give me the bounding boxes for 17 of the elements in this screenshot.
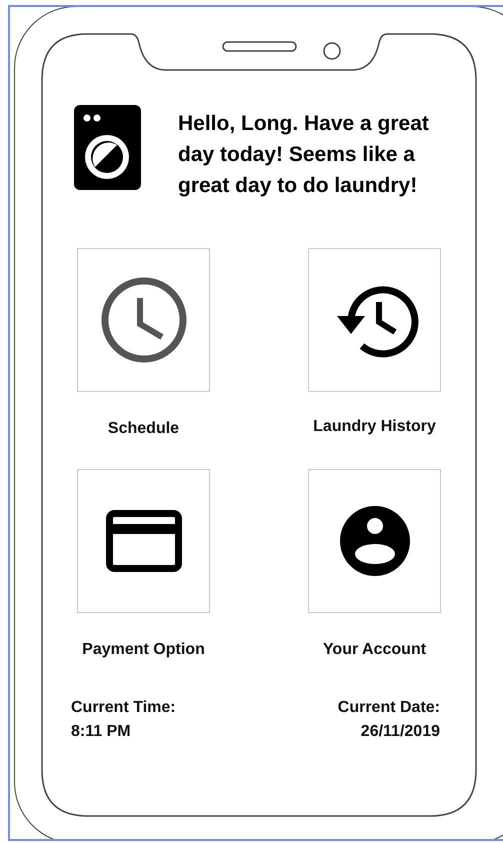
menu-tile[interactable] (308, 469, 441, 613)
menu-tile[interactable] (308, 248, 441, 392)
date-value: 26/11/2019 (360, 722, 440, 742)
clock-icon (100, 276, 188, 364)
time-label: Current Time: (71, 698, 176, 718)
credit-card-icon (106, 510, 182, 572)
date-label: Current Date: (338, 698, 440, 718)
tile-label: Your Account (322, 640, 426, 660)
menu-tile[interactable] (77, 469, 210, 613)
washing-machine-icon (74, 105, 141, 190)
account-icon (338, 505, 410, 577)
greeting-text: Hello, Long. Have a great day today! Seems like a great day to do laundry! (178, 111, 430, 199)
tile-label: Laundry History (313, 417, 436, 437)
time-value: 8:11 PM (71, 722, 131, 742)
menu-tile[interactable] (77, 248, 210, 392)
tile-label: Payment Option (82, 640, 205, 660)
tile-label: Schedule (108, 419, 180, 439)
